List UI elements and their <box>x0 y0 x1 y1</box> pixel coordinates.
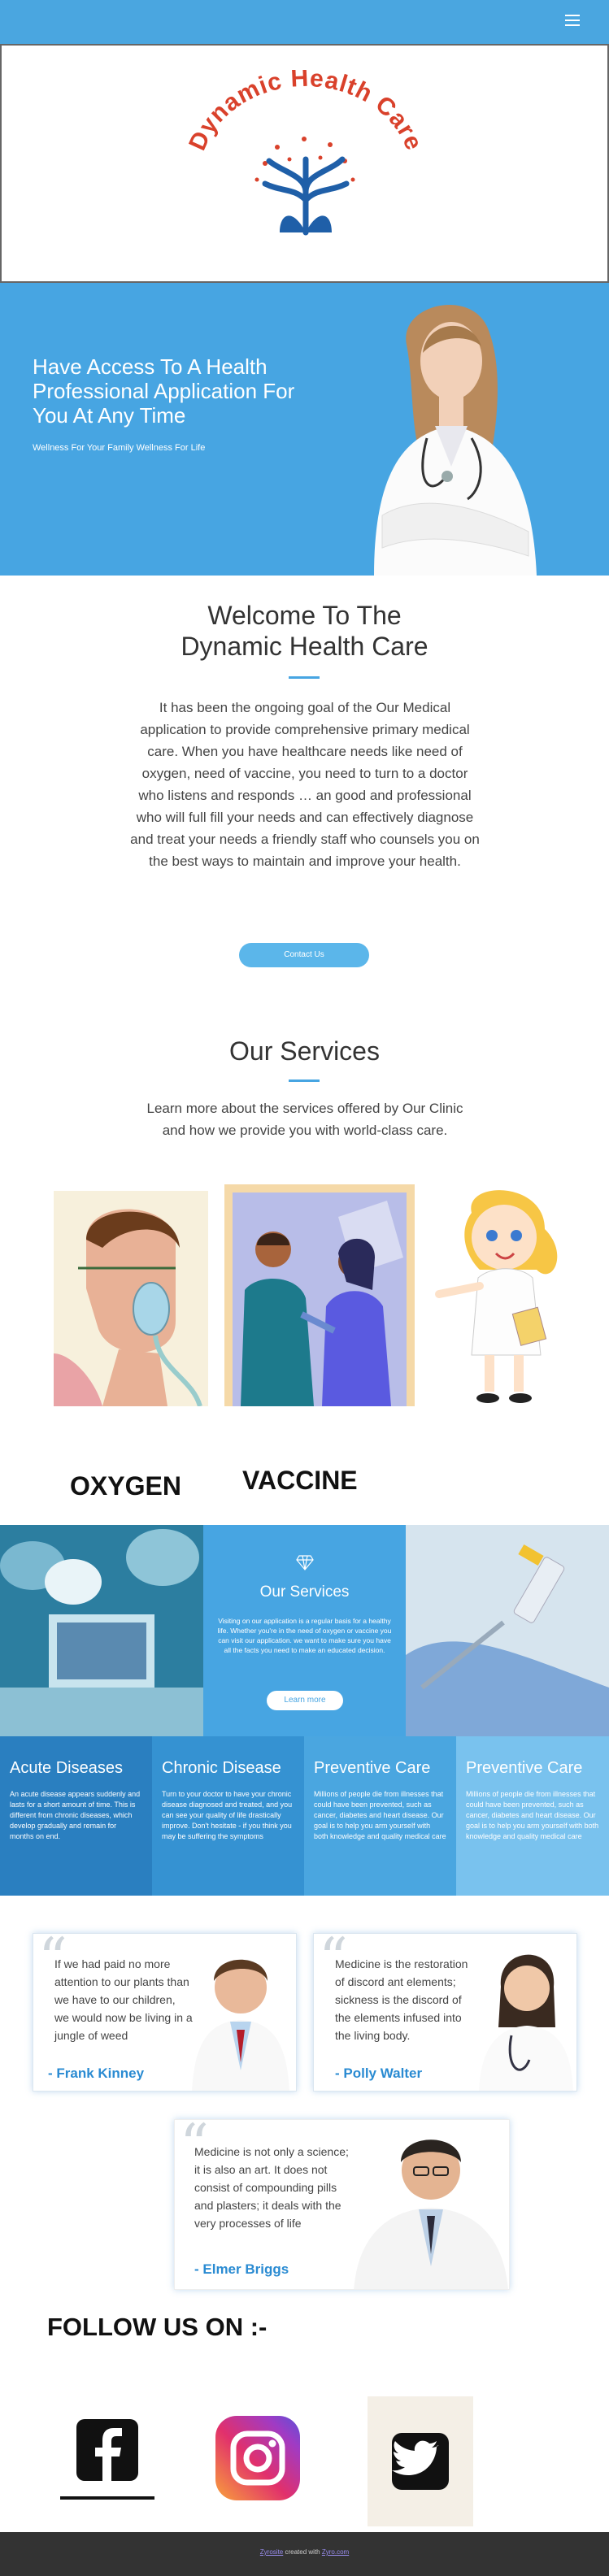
band-title: Our Services <box>259 1583 350 1601</box>
testimonial-quote: If we had paid no more attention to our … <box>54 1957 193 2042</box>
footer-zyro-link[interactable]: Zyro.com <box>322 2548 349 2556</box>
band-body: Visiting on our application is a regular… <box>217 1617 392 1654</box>
vaccine-vial-image <box>406 1525 609 1736</box>
welcome-body: It has been the ongoing goal of the Our … <box>130 700 480 869</box>
service-label-oxygen: OXYGEN <box>70 1471 181 1501</box>
services-body: Learn more about the services offered by… <box>146 1101 463 1138</box>
facebook-link[interactable] <box>60 2411 154 2504</box>
testimonial-quote: Medicine is the restoration of discord a… <box>335 1957 468 2042</box>
learn-more-button[interactable]: Learn more <box>267 1691 343 1710</box>
welcome-title: Welcome To The Dynamic Health Care <box>181 601 428 661</box>
feature-body: An acute disease appears suddenly and la… <box>10 1790 141 1840</box>
diamond-icon <box>296 1555 314 1570</box>
contact-us-button[interactable]: Contact Us <box>239 943 369 967</box>
hamburger-menu-icon[interactable] <box>565 15 580 26</box>
footer-credit: Zyrosite created with Zyro.com <box>0 2548 609 2556</box>
follow-us-heading: FOLLOW US ON :- <box>47 2313 268 2341</box>
services-band: Our Services Visiting on our application… <box>203 1525 406 1736</box>
top-navbar <box>0 0 609 44</box>
footer: Zyrosite created with Zyro.com <box>0 2532 609 2576</box>
feature-column: Preventive Care Millions of people die fr… <box>304 1736 456 1896</box>
service-label-vaccine: VACCINE <box>242 1466 358 1495</box>
testimonial-author: - Polly Walter <box>335 2066 423 2081</box>
brand-logo: Dynamic Health Care <box>184 70 428 236</box>
cartoon-doctor-image <box>435 1190 558 1403</box>
feature-title: Acute Diseases <box>10 1759 123 1777</box>
testimonial-card: “ Medicine is not only a science; it is … <box>174 2119 510 2290</box>
testimonial-author: - Elmer Briggs <box>194 2261 289 2277</box>
doctor-portrait-female <box>479 1954 573 2091</box>
feature-column: Acute Diseases An acute disease appears s… <box>0 1736 152 1896</box>
testimonial-quote: Medicine is not only a science; it is al… <box>194 2145 349 2230</box>
oxygen-mask-image <box>54 1191 208 1406</box>
services-title: Our Services <box>229 1036 380 1066</box>
doctor-portrait-male-glasses <box>354 2139 508 2289</box>
doctor-portrait-male <box>192 1959 289 2091</box>
facebook-icon <box>60 2419 154 2500</box>
feature-title: Preventive Care <box>466 1759 583 1777</box>
hero-subtitle: Wellness For Your Family Wellness For Li… <box>33 443 206 453</box>
footer-brand-link[interactable]: Zyrosite <box>260 2548 283 2556</box>
svg-text:Dynamic Health Care: Dynamic Health Care <box>184 70 428 154</box>
title-divider <box>289 676 320 679</box>
services-divider <box>289 1079 320 1082</box>
vaccine-illustration-image <box>224 1184 415 1406</box>
hero-section: Have Access To A Health Professional App… <box>0 283 609 576</box>
doctor-hero-image <box>374 305 537 576</box>
surgery-team-image <box>0 1525 203 1736</box>
twitter-link[interactable] <box>368 2396 473 2526</box>
hero-title: Have Access To A Health Professional App… <box>33 354 295 428</box>
testimonial-card: “ Medicine is the restoration of discord… <box>313 1933 577 2092</box>
feature-body: Millions of people die from illnesses th… <box>314 1790 446 1840</box>
twitter-icon <box>368 2396 473 2526</box>
logo-banner: Dynamic Health Care <box>0 44 609 283</box>
testimonial-card: “ If we had paid no more attention to ou… <box>33 1933 297 2092</box>
instagram-link[interactable] <box>215 2416 300 2500</box>
feature-column: Chronic Disease Turn to your doctor to ha… <box>152 1736 304 1896</box>
instagram-icon <box>215 2416 300 2500</box>
testimonial-author: - Frank Kinney <box>48 2066 145 2081</box>
footer-text: created with <box>285 2548 320 2556</box>
feature-title: Preventive Care <box>314 1759 431 1777</box>
feature-title: Chronic Disease <box>162 1759 281 1777</box>
feature-body: Turn to your doctor to have your chronic… <box>162 1790 293 1840</box>
feature-column: Preventive Care Millions of people die fr… <box>456 1736 609 1896</box>
feature-body: Millions of people die from illnesses th… <box>466 1790 599 1840</box>
